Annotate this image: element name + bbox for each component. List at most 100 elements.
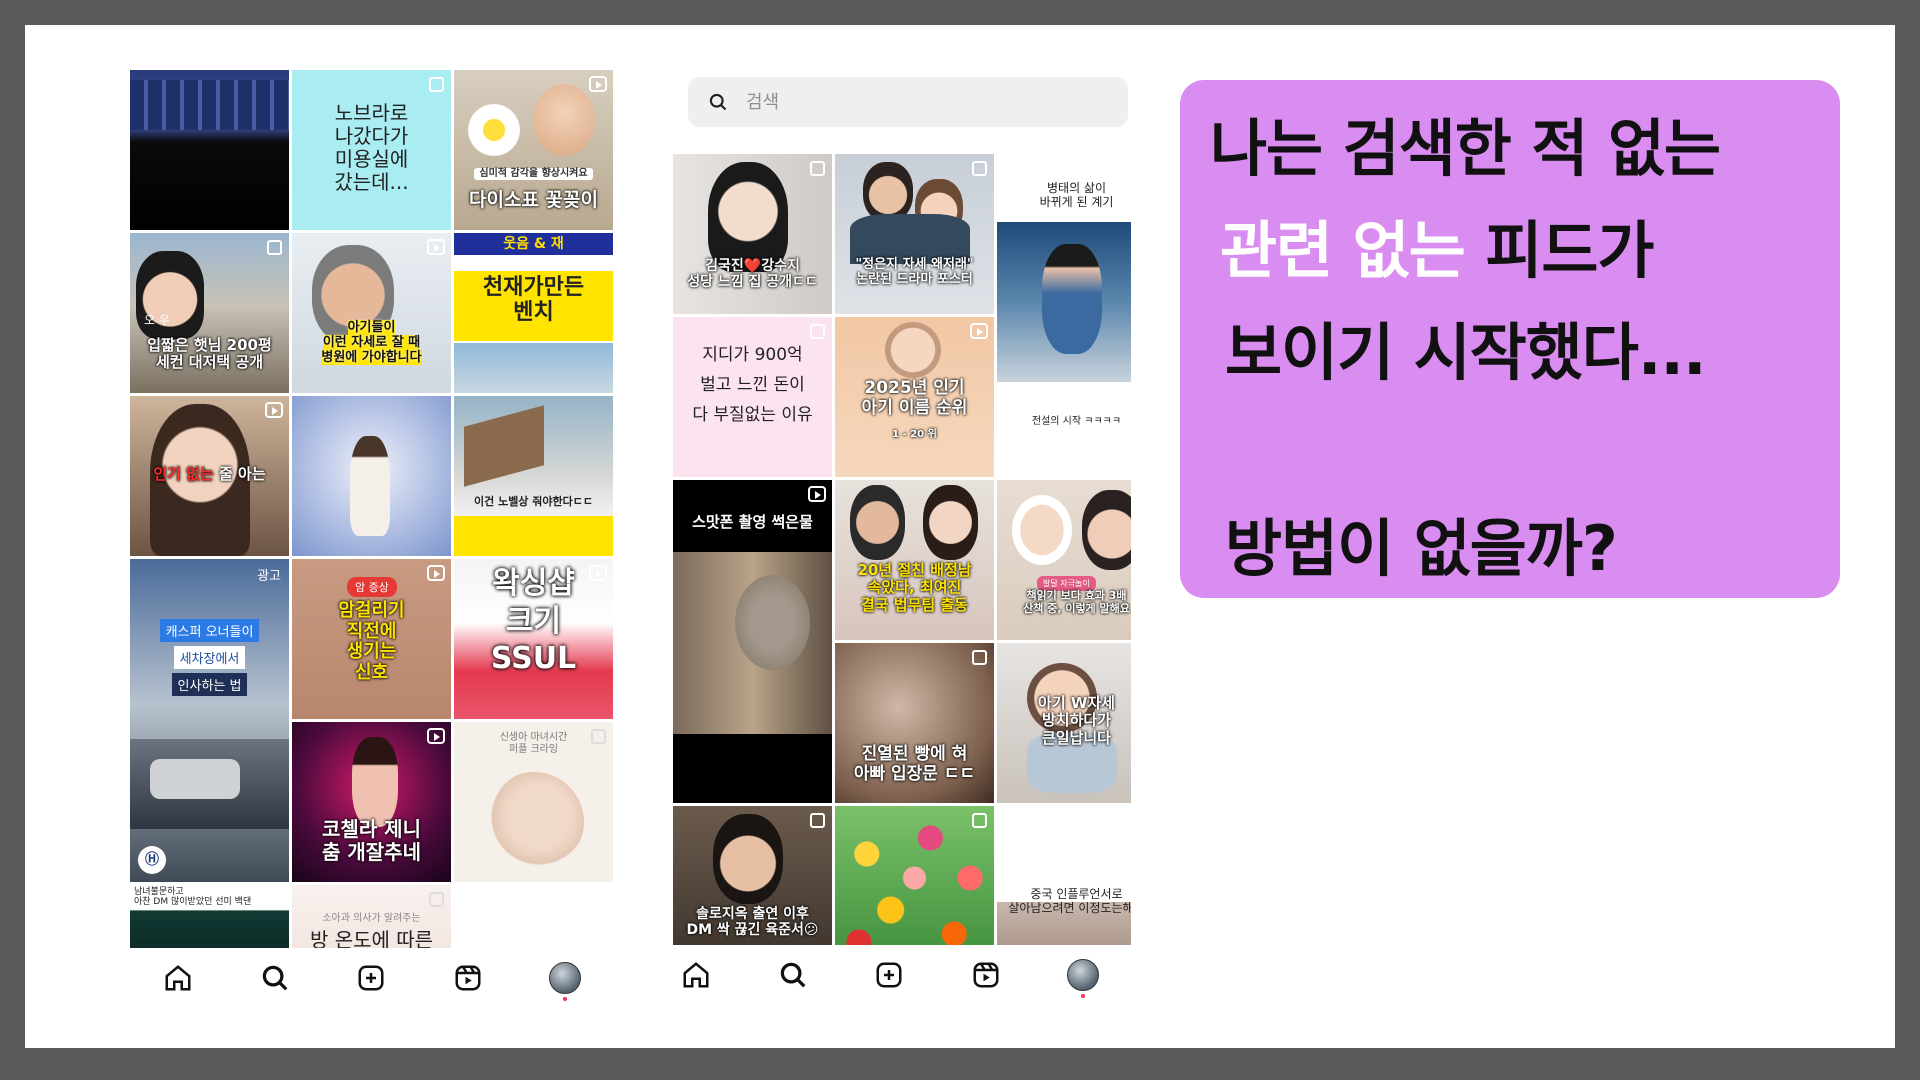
feed-tile[interactable]: 스맛폰 촬영 썩은물: [673, 480, 832, 803]
tile-caption: 중국 인플루언서로 살아남으려면 이정도는해야: [1008, 887, 1131, 915]
reels-icon[interactable]: [446, 956, 490, 1000]
tile-caption: 노브라로 나갔다가 미용실에 갔는데...: [334, 101, 409, 194]
tile-caption: 김국진❤️강수지 성당 느낌 집 공개ㄷㄷ: [687, 258, 818, 291]
tile-caption: 스맛폰 촬영 썩은물: [692, 513, 813, 531]
tile-caption: 아기 W자세 방치하다가 큰일납니다: [1038, 694, 1115, 747]
tile-caption: 아기들이 이런 자세로 잘 때 병원에 가야합니다: [296, 320, 447, 366]
tile-caption: 암걸리기 직전에 생기는 신호: [338, 600, 405, 684]
message-callout: 나는 검색한 적 없는 관련 없는 피드가 보이기 시작했다... 방법이 없을…: [1180, 80, 1840, 598]
reel-icon: [589, 76, 607, 92]
create-icon[interactable]: [867, 953, 911, 997]
baby-image: [885, 322, 941, 378]
message-line-2: 관련 없는 피드가: [1220, 200, 1654, 290]
create-icon[interactable]: [349, 956, 393, 1000]
search-input[interactable]: [744, 90, 1088, 114]
feed-tile[interactable]: "정은지 자세 왜저래" 논란된 드라마 포스터: [835, 154, 994, 314]
home-icon[interactable]: [674, 953, 718, 997]
feed-tile[interactable]: 진열된 빵에 혀 아빠 입장문 ㄷㄷ: [835, 643, 994, 803]
woman-image: [350, 436, 390, 536]
tile-subtitle: 심미적 감각을 향상시켜요: [474, 168, 593, 180]
profile-avatar[interactable]: [543, 956, 587, 1001]
bench-image: [464, 405, 544, 487]
reel-icon: [427, 728, 445, 744]
carousel-icon: [267, 240, 282, 255]
message-line-4: 방법이 없을까?: [1225, 512, 1618, 585]
feed-tile[interactable]: 왁싱샵 크기 SSUL: [454, 559, 613, 719]
ad-line-3: 인사하는 법: [171, 673, 248, 696]
feed-tile[interactable]: 신생아 마녀시간 퍼플 크라잉: [454, 722, 613, 882]
profile-avatar[interactable]: [1061, 953, 1105, 998]
explore-feed-left: 노브라로 나갔다가 미용실에 갔는데... 심미적 감각을 향상시켜요 다이소표…: [130, 45, 613, 1005]
feed-tile[interactable]: 노브라로 나갔다가 미용실에 갔는데...: [292, 70, 451, 230]
performer-image: [352, 737, 398, 827]
feed-tile[interactable]: [835, 806, 994, 966]
feed-tile[interactable]: 인기 없는 줄 아는: [130, 396, 289, 556]
tile-caption: 입짧은 햇님 200평 세컨 대저택 공개: [147, 336, 272, 372]
tile-caption: 진열된 빵에 혀 아빠 입장문 ㄷㄷ: [853, 744, 976, 784]
ad-line-1: 캐스퍼 오너들이: [159, 619, 260, 642]
ad-tile[interactable]: 광고 캐스퍼 오너들이 세차장에서 인사하는 법 Ⓗ: [130, 559, 289, 882]
feed-tile[interactable]: 지디가 900억 벌고 느낀 돈이 다 부질없는 이유: [673, 317, 832, 477]
bench-image: [454, 343, 613, 393]
reel-icon: [970, 323, 988, 339]
feed-tile[interactable]: 코첼라 제니 춤 개잘추네: [292, 722, 451, 882]
home-icon[interactable]: [156, 956, 200, 1000]
feed-tile[interactable]: 웃음 & 재 천재가만든 벤치: [454, 233, 613, 393]
feed-tile[interactable]: 암 증상 암걸리기 직전에 생기는 신호: [292, 559, 451, 719]
tile-caption-red: 인기 없는: [153, 465, 214, 483]
carousel-icon: [429, 892, 444, 907]
tile-caption: 지디가 900억 벌고 느낀 돈이 다 부질없는 이유: [692, 345, 813, 425]
tile-caption: 왁싱샵 크기 SSUL: [490, 566, 577, 676]
tile-caption: "정은지 자세 왜저래" 논란된 드라마 포스터: [855, 257, 974, 287]
stone-mask-image: [735, 575, 810, 670]
search-bar[interactable]: [688, 77, 1128, 127]
feed-tile[interactable]: 소아과 의사가 알려주는 방 온도에 따른: [292, 885, 451, 950]
carousel-icon: [972, 813, 987, 828]
feed-tile[interactable]: 20년 절친 배정남 속았다, 최여진 결국 법무팀 출동: [835, 480, 994, 640]
explore-grid-right: 김국진❤️강수지 성당 느낌 집 공개ㄷㄷ "정은지 자세 왜저래" 논란된 드…: [673, 154, 1131, 970]
search-icon[interactable]: [253, 956, 297, 1000]
reel-icon: [427, 565, 445, 581]
avatar: [1066, 959, 1099, 998]
mother-image: [1082, 490, 1131, 570]
carousel-icon: [972, 650, 987, 665]
tile-caption: 병태의 삶이 바뀌게 된 계기: [1039, 181, 1114, 209]
tile-caption: 다이소표 꽃꽂이: [469, 189, 598, 211]
feed-tile[interactable]: 2025년 인기 아기 이름 순위 1 - 20 위: [835, 317, 994, 477]
carousel-icon: [429, 77, 444, 92]
baby-image: [533, 84, 595, 156]
tile-top-banner: 웃음 & 재: [454, 233, 613, 255]
feed-tile[interactable]: 심미적 감각을 향상시켜요 다이소표 꽃꽂이: [454, 70, 613, 230]
person-image: [713, 814, 783, 904]
message-line-3: 보이기 시작했다...: [1225, 316, 1707, 389]
message-line-1: 나는 검색한 적 없는: [1210, 112, 1721, 185]
carousel-icon: [810, 813, 825, 828]
feed-tile[interactable]: 김국진❤️강수지 성당 느낌 집 공개ㄷㄷ: [673, 154, 832, 314]
search-icon: [709, 93, 727, 111]
tile-pill: 암 증상: [347, 577, 397, 597]
feed-tile[interactable]: 남녀불문하고 아찬 DM 많이받았던 선미 백댄: [130, 885, 289, 950]
reels-icon[interactable]: [964, 953, 1008, 997]
feed-tile[interactable]: 이건 노벨상 줘야한다ㄷㄷ: [454, 396, 613, 556]
tile-caption: 천재가만든 벤치: [482, 275, 585, 326]
explore-feed-right: 김국진❤️강수지 성당 느낌 집 공개ㄷㄷ "정은지 자세 왜저래" 논란된 드…: [648, 40, 1131, 1005]
feed-tile[interactable]: 중국 인플루언서로 살아남으려면 이정도는해야: [997, 806, 1131, 966]
tile-caption-text: 줄 아는: [219, 465, 266, 483]
feed-tile[interactable]: 오 우 입짧은 햇님 200평 세컨 대저택 공개: [130, 233, 289, 393]
feed-tile[interactable]: [292, 396, 451, 556]
feed-tile[interactable]: 아기들이 이런 자세로 잘 때 병원에 가야합니다: [292, 233, 451, 393]
feed-tile[interactable]: 아기 W자세 방치하다가 큰일납니다: [997, 643, 1131, 803]
feed-tile[interactable]: 발달 자극놀이 책읽기 보다 효과 3배 산책 중, 이렇게 말해요: [997, 480, 1131, 640]
tile-caption: 책읽기 보다 효과 3배 산책 중, 이렇게 말해요: [1023, 589, 1130, 615]
tile-caption: 이건 노벨상 줘야한다ㄷㄷ: [474, 495, 593, 508]
feed-tile[interactable]: 솔로지옥 출연 이후 DM 싹 끊긴 육준서😕: [673, 806, 832, 966]
tile-caption: 인기 없는 줄 아는: [134, 465, 285, 483]
search-icon[interactable]: [771, 953, 815, 997]
explore-grid-left: 노브라로 나갔다가 미용실에 갔는데... 심미적 감각을 향상시켜요 다이소표…: [130, 70, 613, 950]
feed-tile[interactable]: [130, 70, 289, 230]
tile-caption: 2025년 인기 아기 이름 순위: [861, 378, 968, 418]
woman-image: [923, 485, 978, 560]
reel-icon: [808, 486, 826, 502]
carousel-icon: [810, 324, 825, 339]
feed-tile[interactable]: 병태의 삶이 바뀌게 된 계기 전설의 시작 ㅋㅋㅋㅋ: [997, 154, 1131, 477]
